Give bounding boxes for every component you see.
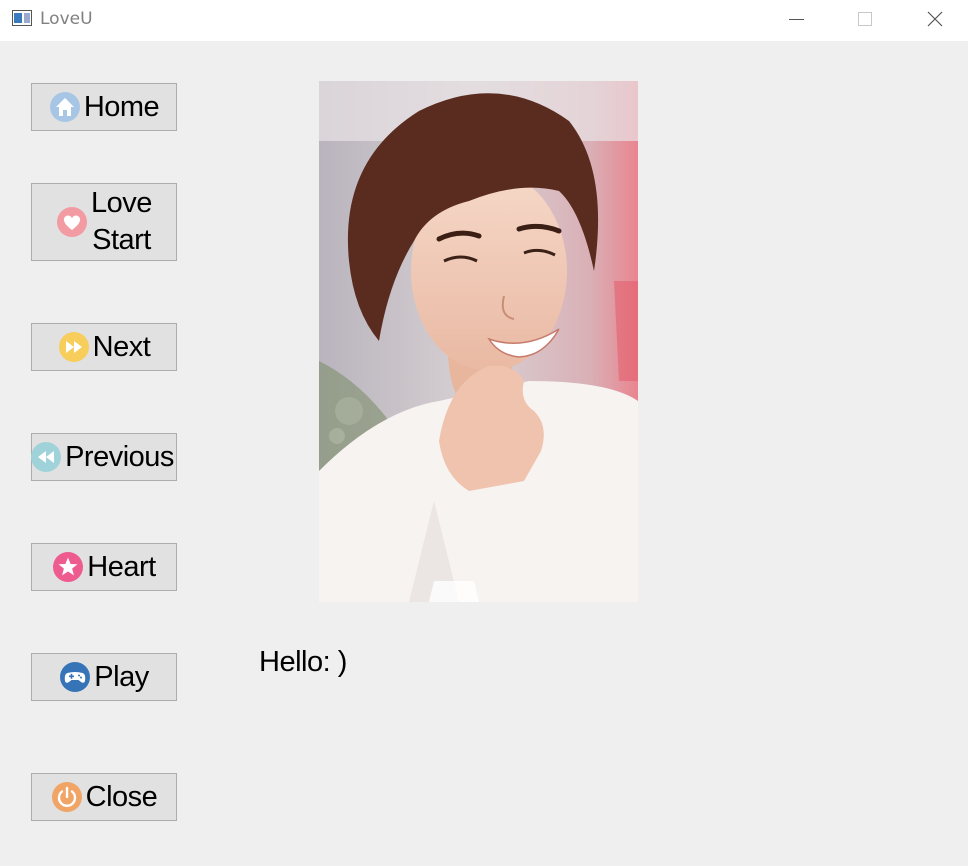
previous-button[interactable]: Previous [31,433,177,481]
heart-button-label: Heart [87,550,156,583]
window-title: LoveU [40,9,93,29]
close-window-button[interactable] [912,0,958,41]
heart-icon [56,206,88,238]
gamepad-icon [59,661,91,693]
minimize-icon [789,19,804,20]
previous-button-label: Previous [65,440,174,473]
star-icon [52,551,84,583]
close-button[interactable]: Close [31,773,177,821]
play-button-label: Play [94,660,149,693]
portrait-photo [319,81,638,602]
home-button[interactable]: Home [31,83,177,131]
love-start-label-line2: Start [92,224,151,256]
love-start-button[interactable]: Love Start [31,183,177,261]
maximize-button[interactable] [842,0,888,41]
home-icon [49,91,81,123]
play-button[interactable]: Play [31,653,177,701]
next-button-label: Next [92,330,151,363]
greeting-label: Hello: ) [259,646,347,678]
title-bar: LoveU [0,0,968,41]
heart-button[interactable]: Heart [31,543,177,591]
power-icon [51,781,83,813]
rewind-icon [30,441,62,473]
next-button[interactable]: Next [31,323,177,371]
close-icon [927,11,943,27]
minimize-button[interactable] [773,0,819,41]
fast-forward-icon [58,331,90,363]
maximize-icon [858,12,872,26]
love-start-label-line1: Love [91,187,152,219]
home-button-label: Home [83,90,160,123]
app-icon [12,10,32,26]
close-button-label: Close [85,780,158,813]
